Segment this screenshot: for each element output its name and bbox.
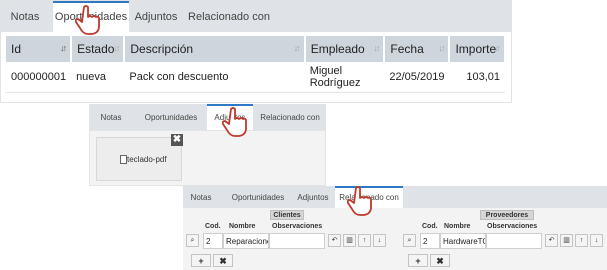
tab-adjuntos[interactable]: Adjuntos	[293, 186, 333, 208]
column-header-nombre: Nombre	[229, 223, 256, 230]
hand-cursor-icon	[75, 5, 100, 35]
attachment-card[interactable]: teclado-pdf	[96, 137, 182, 181]
column-label: Id	[11, 42, 22, 56]
cell-nombre: HardwareTO	[440, 233, 486, 249]
remove-button[interactable]: ✖	[213, 254, 233, 267]
attachment-name[interactable]: teclado-pdf	[127, 155, 167, 164]
trash-icon[interactable]: ▥	[560, 234, 573, 247]
cell-empleado: Miguel Rodríguez	[304, 62, 385, 93]
column-header-importe[interactable]: Importe ↓↑	[449, 36, 506, 62]
tab-relacionado-con[interactable]: Relacionado con	[255, 104, 325, 130]
table-row[interactable]: 000000001 nueva Pack con descuento Migue…	[6, 62, 505, 93]
sort-icon[interactable]: ↓↑	[373, 43, 380, 53]
column-header-id[interactable]: Id ↓↑	[6, 36, 73, 62]
trash-icon[interactable]: ▥	[343, 234, 356, 247]
tab-bar: Notas Oportunidades Adjuntos Relacionado…	[89, 104, 326, 130]
hand-cursor-icon	[222, 107, 247, 137]
add-button[interactable]: +	[408, 254, 428, 267]
cell-estado: nueva	[71, 62, 125, 93]
sort-icon[interactable]: ↓↑	[60, 43, 67, 53]
tab-oportunidades[interactable]: Oportunidades	[225, 186, 291, 208]
sort-icon[interactable]: ↓↑	[294, 43, 301, 53]
arrow-down-icon[interactable]: ↓	[373, 234, 386, 247]
list-item[interactable]: ⌕ 2 Reparacione ↶ ▥ ↑ ↓	[183, 233, 388, 249]
file-icon	[120, 155, 127, 164]
column-label: Empleado	[310, 42, 365, 56]
cell-observaciones[interactable]	[269, 233, 325, 249]
cell-nombre: Reparacione	[223, 233, 269, 249]
column-header-empleado[interactable]: Empleado ↓↑	[304, 36, 386, 62]
tab-notas[interactable]: Notas	[183, 186, 219, 208]
attachments-area: teclado-pdf ✖	[89, 130, 326, 186]
hand-cursor-icon	[347, 186, 372, 216]
clientes-title: Clientes	[270, 210, 304, 220]
undo-icon[interactable]: ↶	[328, 234, 341, 247]
cell-cod: 2	[420, 233, 440, 249]
cell-cod: 2	[203, 233, 223, 249]
related-area: Clientes Cod. Nombre Observaciones ⌕ 2 R…	[183, 208, 607, 270]
remove-button[interactable]: ✖	[430, 254, 450, 267]
column-header-nombre: Nombre	[444, 223, 471, 230]
column-header-estado[interactable]: Estado ↓↑	[71, 36, 126, 62]
search-icon[interactable]: ⌕	[186, 234, 199, 247]
sort-icon[interactable]: ↓↑	[494, 43, 501, 53]
opportunities-panel: Notas Oportunidades Adjuntos Relacionado…	[0, 0, 512, 103]
column-header-observaciones: Observaciones	[487, 223, 538, 230]
column-header-fecha[interactable]: Fecha ↓↑	[384, 36, 451, 62]
cell-observaciones[interactable]	[486, 233, 542, 249]
sort-icon[interactable]: ↓↑	[438, 43, 445, 53]
remove-attachment-icon[interactable]: ✖	[171, 134, 183, 146]
cell-id: 000000001	[6, 62, 72, 93]
tab-relacionado-con[interactable]: Relacionado con	[187, 1, 271, 32]
undo-icon[interactable]: ↶	[545, 234, 558, 247]
sort-icon[interactable]: ↓↑	[113, 43, 120, 53]
column-label: Fecha	[390, 42, 424, 56]
column-label: Estado	[77, 42, 115, 56]
column-header-descripcion[interactable]: Descripción ↓↑	[124, 36, 306, 62]
column-header-cod: Cod.	[422, 223, 438, 230]
search-icon[interactable]: ⌕	[403, 234, 416, 247]
cell-importe: 103,01	[449, 62, 505, 93]
arrow-down-icon[interactable]: ↓	[590, 234, 603, 247]
arrow-up-icon[interactable]: ↑	[575, 234, 588, 247]
column-label: Descripción	[130, 42, 194, 56]
tab-notas[interactable]: Notas	[1, 1, 49, 32]
column-header-observaciones: Observaciones	[272, 223, 323, 230]
opportunities-table: Id ↓↑ Estado ↓↑ Descripción ↓↑ Empleado ↓↑ F…	[6, 36, 506, 93]
tab-notas[interactable]: Notas	[89, 104, 133, 130]
column-header-cod: Cod.	[205, 223, 221, 230]
add-button[interactable]: +	[191, 254, 211, 267]
attachments-panel: Notas Oportunidades Adjuntos Relacionado…	[89, 104, 326, 186]
tab-bar: Notas Oportunidades Adjuntos Relacionado…	[183, 186, 607, 208]
cell-descripcion: Pack con descuento	[124, 62, 305, 93]
related-panel: Notas Oportunidades Adjuntos Relacionado…	[183, 186, 607, 270]
column-label: Importe	[455, 42, 497, 56]
list-item[interactable]: ⌕ 2 HardwareTO ↶ ▥ ↑ ↓	[400, 233, 605, 249]
arrow-up-icon[interactable]: ↑	[358, 234, 371, 247]
proveedores-title: Proveedores	[480, 210, 534, 220]
tab-adjuntos[interactable]: Adjuntos	[131, 1, 181, 32]
tab-oportunidades[interactable]: Oportunidades	[137, 104, 205, 130]
cell-fecha: 22/05/2019	[384, 62, 450, 93]
